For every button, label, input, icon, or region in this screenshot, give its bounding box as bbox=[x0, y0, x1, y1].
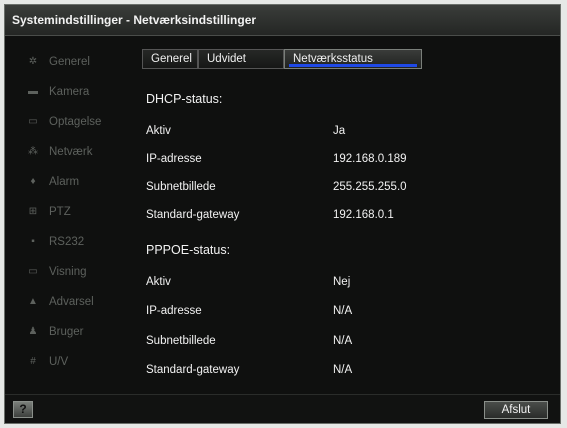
dhcp-aktiv-value: Ja bbox=[333, 125, 346, 137]
active-tab-indicator bbox=[289, 64, 417, 67]
ptz-icon: ⊞ bbox=[28, 206, 38, 217]
sidebar-item-uv[interactable]: # U/V bbox=[17, 347, 129, 377]
tab-netvaerksstatus[interactable]: Netværksstatus bbox=[284, 49, 422, 69]
content-panel: Generel Udvidet Netværksstatus DHCP-stat… bbox=[133, 45, 553, 390]
camera-icon: ▬ bbox=[28, 86, 38, 97]
pppoe-heading: PPPOE-status: bbox=[146, 243, 231, 257]
warning-icon: ▲ bbox=[28, 296, 38, 307]
display-icon: ▭ bbox=[28, 266, 38, 277]
dhcp-heading: DHCP-status: bbox=[146, 92, 223, 106]
sidebar-item-label: U/V bbox=[49, 356, 69, 368]
sidebar-item-label: Kamera bbox=[49, 86, 90, 98]
dhcp-ip-value: 192.168.0.189 bbox=[333, 153, 407, 165]
sidebar: ✲ Generel ▬ Kamera ▭ Optagelse ⁂ Netværk… bbox=[17, 47, 129, 377]
pppoe-aktiv-label: Aktiv bbox=[146, 276, 171, 288]
network-icon: ⁂ bbox=[28, 146, 38, 157]
sidebar-item-label: Generel bbox=[49, 56, 90, 68]
tab-udvidet[interactable]: Udvidet bbox=[198, 49, 284, 69]
pppoe-subnet-label: Subnetbillede bbox=[146, 335, 216, 347]
gear-icon: ✲ bbox=[28, 56, 38, 67]
title-bar: Systemindstillinger - Netværksindstillin… bbox=[5, 5, 560, 36]
sidebar-item-optagelse[interactable]: ▭ Optagelse bbox=[17, 107, 129, 137]
sidebar-item-rs232[interactable]: ▪ RS232 bbox=[17, 227, 129, 257]
sidebar-item-label: PTZ bbox=[49, 206, 71, 218]
record-icon: ▭ bbox=[28, 116, 38, 127]
sidebar-item-label: Netværk bbox=[49, 146, 93, 158]
pppoe-ip-label: IP-adresse bbox=[146, 305, 202, 317]
pppoe-aktiv-value: Nej bbox=[333, 276, 351, 288]
sidebar-item-label: Optagelse bbox=[49, 116, 102, 128]
help-icon: ? bbox=[19, 402, 27, 416]
sidebar-item-netvaerk[interactable]: ⁂ Netværk bbox=[17, 137, 129, 167]
help-button[interactable]: ? bbox=[13, 401, 33, 418]
tab-generel[interactable]: Generel bbox=[142, 49, 198, 69]
exit-button[interactable]: Afslut bbox=[484, 401, 548, 419]
tab-bar: Generel Udvidet Netværksstatus bbox=[142, 49, 422, 69]
dhcp-subnet-value: 255.255.255.0 bbox=[333, 181, 407, 193]
sidebar-item-visning[interactable]: ▭ Visning bbox=[17, 257, 129, 287]
sidebar-item-label: Alarm bbox=[49, 176, 80, 188]
uv-icon: # bbox=[30, 356, 36, 367]
sidebar-item-kamera[interactable]: ▬ Kamera bbox=[17, 77, 129, 107]
dhcp-ip-label: IP-adresse bbox=[146, 153, 202, 165]
settings-window: Systemindstillinger - Netværksindstillin… bbox=[4, 4, 561, 424]
bottom-bar: ? Afslut bbox=[5, 394, 560, 423]
sidebar-item-generel[interactable]: ✲ Generel bbox=[17, 47, 129, 77]
pppoe-gateway-value: N/A bbox=[333, 364, 353, 376]
alarm-icon: ♦ bbox=[30, 176, 36, 187]
sidebar-item-bruger[interactable]: ♟ Bruger bbox=[17, 317, 129, 347]
dhcp-aktiv-label: Aktiv bbox=[146, 125, 171, 137]
sidebar-item-advarsel[interactable]: ▲ Advarsel bbox=[17, 287, 129, 317]
sidebar-item-label: RS232 bbox=[49, 236, 85, 248]
user-icon: ♟ bbox=[28, 326, 38, 337]
window-title: Systemindstillinger - Netværksindstillin… bbox=[12, 13, 257, 27]
rs232-icon: ▪ bbox=[31, 236, 35, 247]
pppoe-subnet-value: N/A bbox=[333, 335, 353, 347]
pppoe-gateway-label: Standard-gateway bbox=[146, 364, 240, 376]
tab-label: Udvidet bbox=[207, 53, 246, 65]
sidebar-item-label: Advarsel bbox=[49, 296, 94, 308]
dhcp-subnet-label: Subnetbillede bbox=[146, 181, 216, 193]
sidebar-item-ptz[interactable]: ⊞ PTZ bbox=[17, 197, 129, 227]
tab-label: Generel bbox=[151, 53, 192, 65]
sidebar-item-label: Visning bbox=[49, 266, 87, 278]
dhcp-gateway-label: Standard-gateway bbox=[146, 209, 240, 221]
sidebar-item-label: Bruger bbox=[49, 326, 84, 338]
dhcp-gateway-value: 192.168.0.1 bbox=[333, 209, 394, 221]
pppoe-ip-value: N/A bbox=[333, 305, 353, 317]
sidebar-item-alarm[interactable]: ♦ Alarm bbox=[17, 167, 129, 197]
